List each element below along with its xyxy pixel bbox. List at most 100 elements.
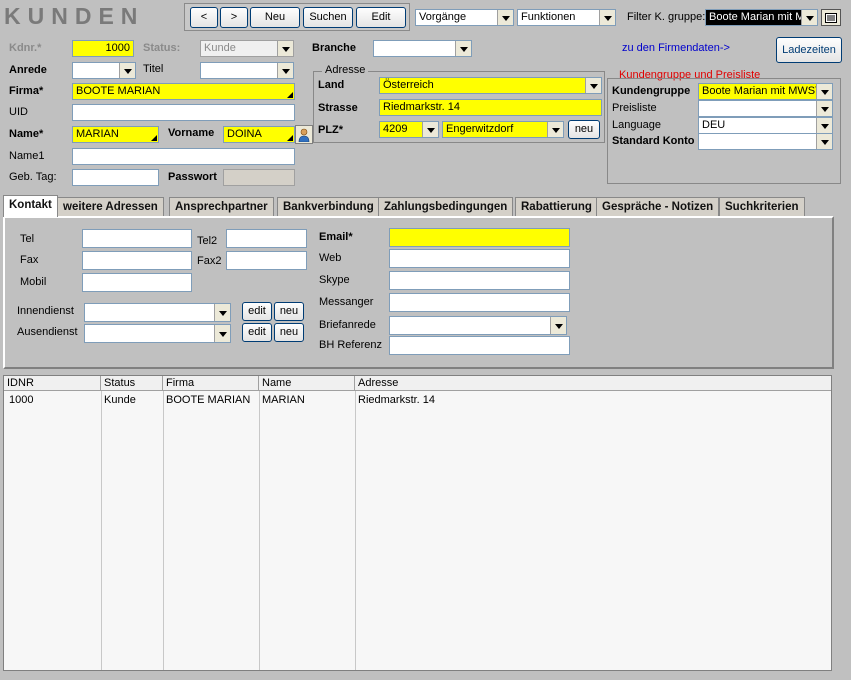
grid-header-adresse[interactable]: Adresse [355, 376, 831, 391]
preisliste-dropdown[interactable] [698, 100, 833, 117]
innendienst-edit-button[interactable]: edit [242, 302, 272, 321]
branche-dropdown[interactable] [373, 40, 472, 57]
anrede-dropdown[interactable] [72, 62, 136, 79]
strasse-field[interactable]: Riedmarkstr. 14 [379, 99, 602, 116]
passwort-field[interactable] [223, 169, 295, 186]
table-row[interactable]: 1000 Kunde BOOTE MARIAN MARIAN Riedmarks… [4, 392, 831, 407]
grid-header-status[interactable]: Status [101, 376, 163, 391]
tab-bankverbindung[interactable]: Bankverbindung [277, 197, 380, 217]
messanger-field[interactable] [389, 293, 570, 312]
fax-field[interactable] [82, 251, 192, 270]
grid-cell-adresse: Riedmarkstr. 14 [358, 394, 436, 406]
grid-header-idnr[interactable]: IDNR [4, 376, 101, 391]
chevron-down-icon[interactable] [550, 317, 566, 334]
customer-grid: IDNR Status Firma Name Adresse 1000 Kund… [3, 375, 832, 671]
tab-kontakt[interactable]: Kontakt [3, 195, 58, 217]
funktionen-dropdown[interactable]: Funktionen [517, 9, 616, 26]
prev-button[interactable]: < [190, 7, 218, 28]
language-label: Language [612, 119, 661, 131]
tab-ansprechpartner[interactable]: Ansprechpartner [169, 197, 274, 217]
list-icon [825, 12, 837, 23]
chevron-down-icon[interactable] [497, 10, 513, 25]
tel2-label: Tel2 [197, 235, 218, 247]
tel-field[interactable] [82, 229, 192, 248]
innendienst-dropdown[interactable] [84, 303, 231, 322]
ladezeiten-button[interactable]: Ladezeiten [776, 37, 842, 63]
gebtag-label: Geb. Tag: [9, 171, 57, 183]
grid-header-firma[interactable]: Firma [163, 376, 259, 391]
uid-field[interactable] [72, 104, 295, 121]
ausendienst-edit-button[interactable]: edit [242, 323, 272, 342]
titel-dropdown[interactable] [200, 62, 294, 79]
firma-field[interactable]: BOOTE MARIAN [72, 83, 295, 100]
grid-divider [101, 391, 102, 670]
konto-dropdown[interactable] [698, 133, 833, 150]
kdnr-field[interactable]: 1000 [72, 40, 134, 57]
tab-suchkriterien[interactable]: Suchkriterien [719, 197, 805, 217]
resize-corner-icon [287, 92, 293, 98]
search-button[interactable]: Suchen [303, 7, 353, 28]
chevron-down-icon[interactable] [816, 84, 832, 99]
kdnr-label: Kdnr.* [9, 42, 42, 54]
bhref-field[interactable] [389, 336, 570, 355]
ausendienst-dropdown[interactable] [84, 324, 231, 343]
ort-dropdown[interactable]: Engerwitzdorf [442, 121, 564, 138]
vorgaenge-dropdown[interactable]: Vorgänge [415, 9, 514, 26]
chevron-down-icon[interactable] [599, 10, 615, 25]
firmendaten-link[interactable]: zu den Firmendaten-> [622, 42, 730, 54]
next-button[interactable]: > [220, 7, 248, 28]
grid-cell-idnr: 1000 [9, 394, 34, 406]
filter-dropdown[interactable]: Boote Marian mit MWST [705, 9, 818, 26]
chevron-down-icon[interactable] [801, 10, 817, 25]
chevron-down-icon[interactable] [422, 122, 438, 137]
kundengruppe-dropdown[interactable]: Boote Marian mit MWST [698, 83, 833, 100]
land-label: Land [318, 79, 345, 91]
chevron-down-icon[interactable] [214, 304, 230, 321]
tel2-field[interactable] [226, 229, 307, 248]
grid-cell-name: MARIAN [262, 394, 305, 406]
briefanrede-dropdown[interactable] [389, 316, 567, 335]
email-field[interactable] [389, 228, 570, 247]
chevron-down-icon[interactable] [277, 63, 293, 78]
vorname-field[interactable]: DOINA [223, 126, 295, 143]
plz-dropdown[interactable]: 4209 [379, 121, 439, 138]
name1-field[interactable] [72, 148, 295, 165]
edit-button[interactable]: Edit [356, 7, 406, 28]
chevron-down-icon[interactable] [816, 134, 832, 149]
person-button[interactable] [295, 125, 313, 144]
web-field[interactable] [389, 249, 570, 268]
branche-label: Branche [312, 42, 357, 54]
tab-zahlungsbedingungen[interactable]: Zahlungsbedingungen [378, 197, 514, 217]
chevron-down-icon[interactable] [119, 63, 135, 78]
grid-divider [355, 391, 356, 670]
innendienst-neu-button[interactable]: neu [274, 302, 304, 321]
land-dropdown[interactable]: Österreich [379, 77, 602, 94]
chevron-down-icon[interactable] [816, 101, 832, 116]
new-button[interactable]: Neu [250, 7, 300, 28]
messanger-label: Messanger [319, 296, 374, 308]
skype-field[interactable] [389, 271, 570, 290]
tab-gespraeche-notizen[interactable]: Gespräche - Notizen [596, 197, 720, 217]
plz-neu-button[interactable]: neu [568, 120, 600, 139]
chevron-down-icon[interactable] [214, 325, 230, 342]
filter-list-icon[interactable] [821, 9, 841, 26]
grid-header-name[interactable]: Name [259, 376, 355, 391]
chevron-down-icon[interactable] [547, 122, 563, 137]
fax2-field[interactable] [226, 251, 307, 270]
gebtag-field[interactable] [72, 169, 159, 186]
kundengruppe-label: Kundengruppe [612, 85, 691, 97]
chevron-down-icon[interactable] [455, 41, 471, 56]
innendienst-label: Innendienst [17, 305, 74, 317]
chevron-down-icon[interactable] [585, 78, 601, 93]
language-dropdown[interactable]: DEU [698, 117, 833, 134]
tab-rabattierung[interactable]: Rabattierung [515, 197, 598, 217]
chevron-down-icon[interactable] [816, 118, 832, 133]
chevron-down-icon[interactable] [277, 41, 293, 56]
status-dropdown[interactable]: Kunde [200, 40, 294, 57]
mobil-field[interactable] [82, 273, 192, 292]
name1-label: Name1 [9, 150, 45, 162]
tab-weitere-adressen[interactable]: weitere Adressen [57, 197, 164, 217]
web-label: Web [319, 252, 342, 264]
ausendienst-neu-button[interactable]: neu [274, 323, 304, 342]
name-field[interactable]: MARIAN [72, 126, 159, 143]
